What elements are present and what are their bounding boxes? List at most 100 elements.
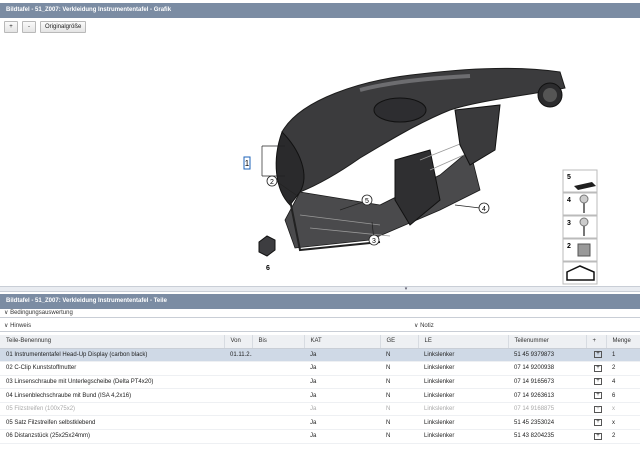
divider <box>0 331 640 332</box>
column-header-name[interactable]: Teile-Benennung <box>0 335 225 349</box>
valid-from <box>224 375 252 390</box>
valid-to <box>252 388 304 403</box>
valid-from <box>224 429 252 444</box>
callout-4[interactable]: 4 <box>478 202 490 214</box>
thumbnail-4[interactable]: 4 <box>562 192 598 216</box>
svg-text:4: 4 <box>567 197 571 204</box>
condition-evaluation-toggle[interactable]: ∨ Bedingungsauswertung <box>4 309 73 316</box>
part-number: 51 43 8204235 <box>508 429 586 444</box>
notes-label: Notiz <box>420 323 434 329</box>
valid-to <box>252 375 304 390</box>
svg-text:2: 2 <box>567 243 571 250</box>
hints-label: Hinweis <box>10 323 32 329</box>
column-header-kat[interactable]: KAT <box>304 335 381 349</box>
svg-text:5: 5 <box>567 174 571 181</box>
part-name: 05 Satz Filzstreifen selbstklebend <box>0 415 224 431</box>
ge-flag: N <box>380 415 418 431</box>
table-row[interactable]: 03 Linsenschraube mit Unterlegscheibe (D… <box>0 375 640 390</box>
column-header-part-number[interactable]: Teilenummer <box>508 335 587 349</box>
panel-splitter[interactable]: ▾ <box>0 286 640 292</box>
column-header-add[interactable]: + <box>586 335 607 349</box>
chevron-down-icon[interactable]: ▾ <box>396 287 416 292</box>
callout-3[interactable]: 3 <box>368 234 380 246</box>
column-header-le[interactable]: LE <box>418 335 509 349</box>
exploded-parts-diagram: 1 2 3 4 5 6 5 4 3 2 <box>243 67 598 285</box>
add-to-cart: + <box>586 429 606 444</box>
graphic-toolbar: + - Originalgröße <box>4 21 87 34</box>
thumbnail-3[interactable]: 3 <box>562 215 598 239</box>
valid-to <box>252 348 304 363</box>
add-to-cart-icon[interactable]: + <box>594 351 602 359</box>
quantity: x <box>606 415 640 431</box>
steering-side: Linkslenker <box>418 348 508 363</box>
graphic-panel-title: Bildtafel - 51_Z007: Verkleidung Instrum… <box>0 3 640 18</box>
part-name: 01 Instrumententafel Head-Up Display (ca… <box>0 348 224 363</box>
table-row[interactable]: 04 Linsenblechschraube mit Bund (ISA 4,2… <box>0 388 640 403</box>
part-name: 03 Linsenschraube mit Unterlegscheibe (D… <box>0 375 224 390</box>
valid-from: 01.11.2... <box>224 348 252 363</box>
steering-side: Linkslenker <box>418 361 508 376</box>
hints-toggle[interactable]: ∨ Hinweis <box>4 322 31 329</box>
add-to-cart: + <box>586 361 606 376</box>
table-row[interactable]: 05 Filzstreifen (100x75x2) Ja N Linkslenker… <box>0 402 640 417</box>
callout-2[interactable]: 2 <box>266 175 278 187</box>
add-to-cart: + <box>586 402 606 417</box>
add-to-cart-icon[interactable]: + <box>594 405 602 413</box>
thumbnail-5[interactable]: 5 <box>562 169 598 193</box>
ge-flag: N <box>380 375 418 390</box>
zoom-out-button[interactable]: - <box>22 21 36 33</box>
zoom-in-button[interactable]: + <box>4 21 18 33</box>
table-row[interactable]: 05 Satz Filzstreifen selbstklebend Ja N Lin… <box>0 415 640 431</box>
steering-side: Linkslenker <box>418 375 508 390</box>
column-header-from[interactable]: Von <box>224 335 253 349</box>
valid-from <box>224 388 252 403</box>
column-header-ge[interactable]: GE <box>380 335 419 349</box>
table-row[interactable]: 02 C-Clip Kunststoffmutter Ja N Linkslenker… <box>0 361 640 376</box>
quantity: 2 <box>606 361 640 376</box>
add-to-cart-icon[interactable]: + <box>594 364 602 372</box>
parts-table: Teile-Benennung Von Bis KAT GE LE Teilen… <box>0 335 640 444</box>
quantity: x <box>606 402 640 417</box>
catalog-flag: Ja <box>304 388 380 403</box>
svg-text:3: 3 <box>372 238 376 245</box>
column-header-quantity[interactable]: Menge <box>606 335 640 349</box>
quantity: 4 <box>606 375 640 390</box>
add-to-cart: + <box>586 375 606 390</box>
valid-from <box>224 415 252 431</box>
add-to-cart-icon[interactable]: + <box>594 392 602 400</box>
add-to-cart-icon[interactable]: + <box>594 378 602 386</box>
add-to-cart-icon[interactable]: + <box>594 419 602 427</box>
part-name: 02 C-Clip Kunststoffmutter <box>0 361 224 376</box>
condition-evaluation-label: Bedingungsauswertung <box>10 310 73 316</box>
catalog-flag: Ja <box>304 361 380 376</box>
valid-to <box>252 415 304 431</box>
table-row[interactable]: 06 Distanzstück (25x25x24mm) Ja N Linkslenk… <box>0 429 640 444</box>
thumbnail-bracket[interactable] <box>562 261 598 285</box>
svg-text:5: 5 <box>365 198 369 205</box>
column-header-to[interactable]: Bis <box>252 335 305 349</box>
dashboard-illustration <box>275 67 566 252</box>
ge-flag: N <box>380 388 418 403</box>
part-number: 07 14 9168875 <box>508 402 586 417</box>
quantity: 2 <box>606 429 640 444</box>
callout-6[interactable]: 6 <box>258 235 276 272</box>
parts-panel-title: Bildtafel - 51_Z007: Verkleidung Instrum… <box>0 294 640 309</box>
svg-text:6: 6 <box>266 265 270 272</box>
callout-1[interactable]: 1 <box>243 156 251 170</box>
steering-side: Linkslenker <box>418 402 508 417</box>
part-number: 51 45 9379873 <box>508 348 586 363</box>
divider <box>0 317 640 318</box>
part-number: 07 14 9200938 <box>508 361 586 376</box>
original-size-button[interactable]: Originalgröße <box>40 21 87 33</box>
valid-to <box>252 402 304 417</box>
callout-5[interactable]: 5 <box>361 194 373 206</box>
thumbnail-2[interactable]: 2 <box>562 238 598 262</box>
part-name: 04 Linsenblechschraube mit Bund (ISA 4,2… <box>0 388 224 403</box>
notes-toggle[interactable]: ∨ Notiz <box>414 322 434 329</box>
add-to-cart-icon[interactable]: + <box>594 432 602 440</box>
svg-text:1: 1 <box>245 159 250 168</box>
table-row[interactable]: 01 Instrumententafel Head-Up Display (ca… <box>0 348 640 363</box>
add-to-cart: + <box>586 348 606 363</box>
ge-flag: N <box>380 361 418 376</box>
catalog-flag: Ja <box>304 375 380 390</box>
